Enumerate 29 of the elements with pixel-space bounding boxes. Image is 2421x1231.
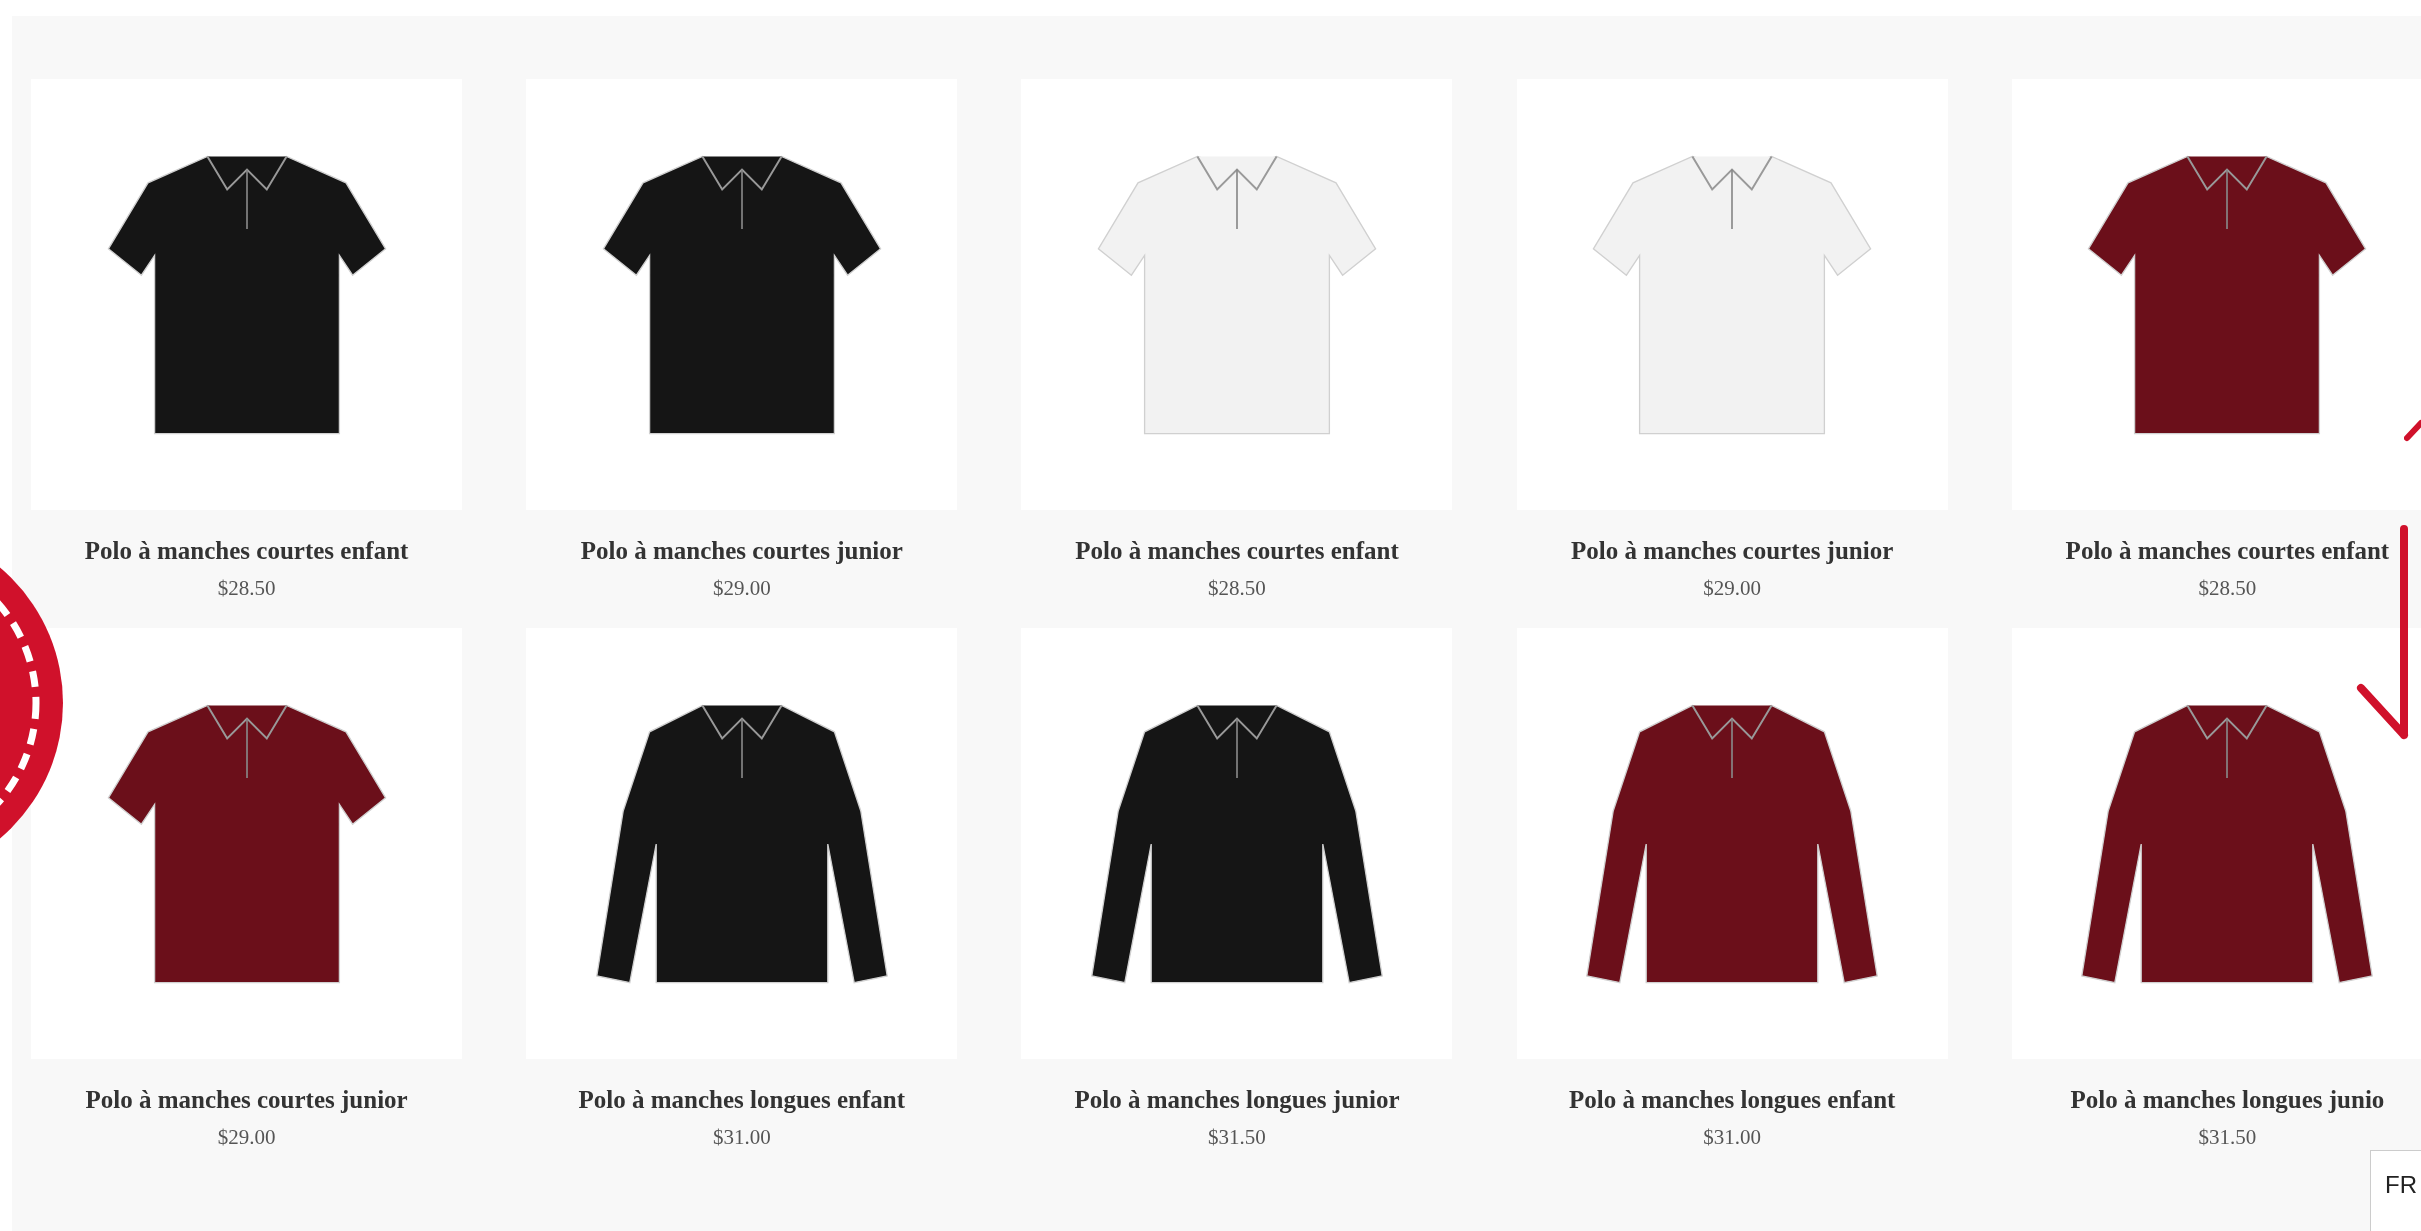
product-image[interactable] [526, 79, 958, 510]
product-price: $29.00 [1703, 575, 1762, 602]
product-image[interactable] [31, 628, 463, 1059]
product-image[interactable] [2011, 628, 2421, 1059]
product-image[interactable] [1516, 628, 1948, 1059]
product-image[interactable] [1021, 628, 1453, 1059]
product-price: $28.50 [1208, 575, 1266, 602]
product-title[interactable]: Polo à manches courtes junior [580, 534, 903, 568]
product-price: $31.50 [1208, 1124, 1266, 1151]
product-title[interactable]: Polo à manches courtes junior [85, 1083, 408, 1117]
language-selector[interactable]: FR [2370, 1150, 2421, 1231]
product-price: $29.00 [217, 1124, 276, 1151]
product-title[interactable]: Polo à manches courtes enfant [1075, 534, 1399, 568]
product-price: $28.50 [2198, 575, 2257, 602]
product-price: $31.50 [2198, 1124, 2257, 1151]
product-title[interactable]: Polo à manches courtes enfant [84, 534, 409, 568]
product-title[interactable]: Polo à manches longues enfant [578, 1083, 905, 1117]
product-price: $31.00 [1703, 1124, 1762, 1151]
product-image[interactable] [31, 79, 463, 510]
product-title[interactable]: Polo à manches courtes enfant [2065, 534, 2390, 568]
product-title[interactable]: Polo à manches longues junio [2070, 1083, 2385, 1117]
product-price: $28.50 [217, 575, 276, 602]
product-price: $29.00 [712, 575, 771, 602]
product-image[interactable] [2011, 79, 2421, 510]
product-title[interactable]: Polo à manches courtes junior [1571, 534, 1894, 568]
product-title[interactable]: Polo à manches longues enfant [1569, 1083, 1896, 1117]
product-image[interactable] [526, 628, 958, 1059]
product-title[interactable]: Polo à manches longues junior [1074, 1083, 1400, 1117]
product-price: $31.00 [712, 1124, 771, 1151]
